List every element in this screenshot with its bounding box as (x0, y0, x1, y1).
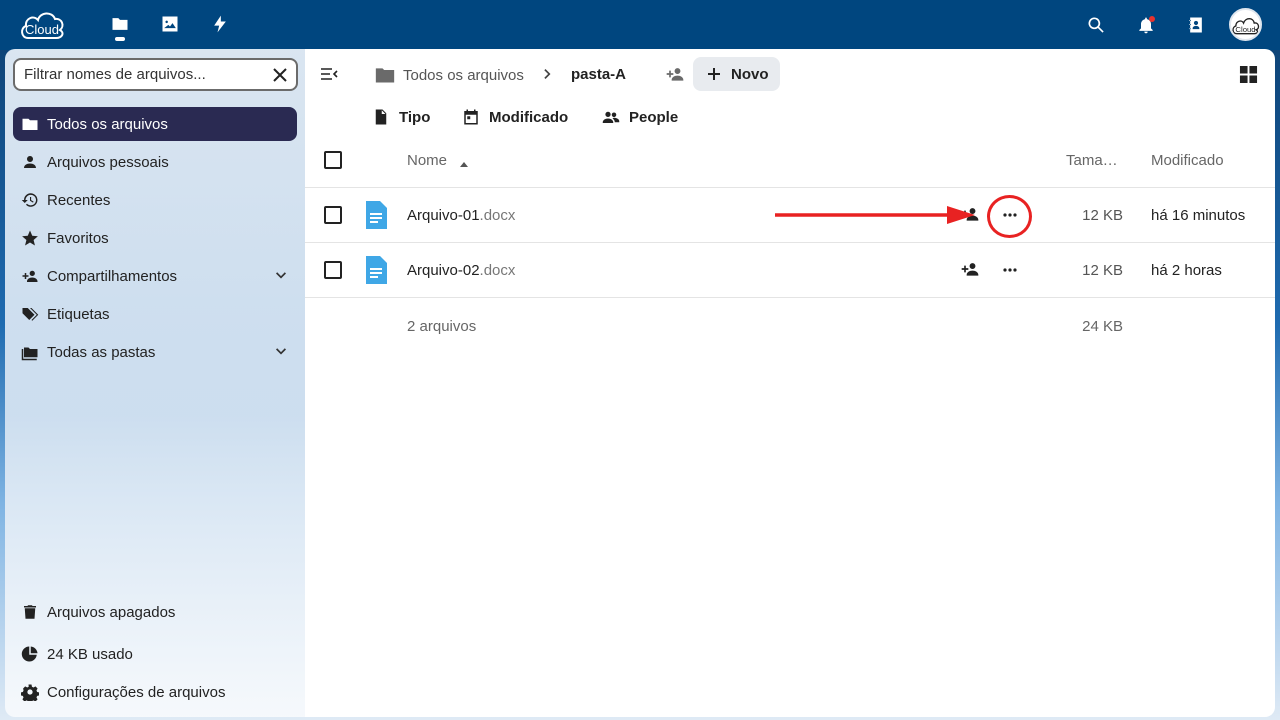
file-size: 12 KB (1082, 262, 1123, 279)
summary-total-size: 24 KB (1082, 318, 1123, 335)
sidebar-item-label: Configurações de arquivos (47, 683, 226, 701)
main-content: Todos os arquivos pasta-A Novo Tipo Modi… (305, 49, 1275, 717)
file-name[interactable]: Arquivo-02.docx (407, 262, 515, 279)
files-app-icon[interactable] (108, 12, 132, 36)
avatar-text: Cloud (1235, 24, 1255, 33)
filter-type-button[interactable]: Tipo (371, 105, 430, 129)
tag-icon (20, 304, 40, 324)
sidebar-item-label: Etiquetas (47, 305, 110, 323)
filter-modified-button[interactable]: Modificado (461, 105, 568, 129)
summary-file-count: 2 arquivos (407, 318, 477, 335)
storage-usage[interactable]: 24 KB usado (13, 637, 297, 671)
star-icon (20, 228, 40, 248)
docx-file-icon[interactable] (364, 255, 388, 285)
file-extension: .docx (479, 262, 516, 279)
sidebar-item-file-settings[interactable]: Configurações de arquivos (13, 675, 297, 709)
filter-label: Tipo (399, 108, 431, 126)
filter-search-box[interactable] (13, 58, 298, 91)
sidebar-item-label: Arquivos pessoais (47, 153, 169, 171)
notifications-icon[interactable] (1133, 12, 1159, 38)
active-app-indicator (115, 37, 125, 41)
sidebar: Todos os arquivos Arquivos pessoais Rece… (5, 49, 305, 717)
file-modified: há 16 minutos (1151, 207, 1246, 224)
breadcrumb-current-folder[interactable]: pasta-A (571, 66, 626, 83)
column-header-size[interactable]: Tama… (1066, 152, 1118, 169)
sidebar-item-shares[interactable]: Compartilhamentos (13, 259, 297, 293)
share-icon[interactable] (960, 259, 982, 281)
new-button-label: Novo (731, 65, 769, 83)
sidebar-item-label: Recentes (47, 191, 111, 209)
photos-app-icon[interactable] (158, 12, 182, 36)
search-icon[interactable] (1083, 12, 1109, 38)
sidebar-item-label: Compartilhamentos (47, 267, 178, 285)
divider (305, 297, 1275, 298)
folder-icon (375, 66, 395, 84)
sidebar-item-personal-files[interactable]: Arquivos pessoais (13, 145, 297, 179)
divider (305, 242, 1275, 243)
person-icon (20, 152, 40, 172)
chevron-down-icon[interactable] (273, 268, 289, 284)
user-avatar[interactable]: Cloud (1229, 8, 1262, 41)
trash-icon (20, 602, 40, 622)
cloud-logo-icon: Cloud (21, 12, 64, 39)
sort-ascending-icon[interactable] (459, 156, 469, 167)
settings-icon (20, 682, 40, 702)
sidebar-item-label: 24 KB usado (47, 645, 133, 663)
file-base-name: Arquivo-01 (407, 207, 480, 224)
file-extension: .docx (479, 207, 516, 224)
folders-icon (20, 342, 40, 362)
new-button[interactable]: Novo (693, 57, 780, 91)
chevron-down-icon[interactable] (273, 344, 289, 360)
file-modified: há 2 horas (1151, 262, 1222, 279)
sidebar-item-tags[interactable]: Etiquetas (13, 297, 297, 331)
clear-icon[interactable] (270, 65, 290, 85)
column-header-modified[interactable]: Modificado (1151, 152, 1224, 169)
more-actions-icon[interactable] (999, 204, 1021, 226)
notification-dot (1149, 16, 1155, 22)
filter-files-input[interactable] (24, 66, 264, 83)
share-icon[interactable] (960, 204, 982, 226)
sidebar-item-favorites[interactable]: Favoritos (13, 221, 297, 255)
logo-text: Cloud (25, 22, 59, 37)
contacts-icon[interactable] (1183, 12, 1209, 38)
cloud-logo[interactable]: Cloud (18, 8, 66, 40)
plus-icon (705, 65, 723, 83)
sidebar-item-recent[interactable]: Recentes (13, 183, 297, 217)
top-bar: Cloud Cloud (0, 0, 1280, 50)
activity-app-icon[interactable] (208, 12, 232, 36)
file-size: 12 KB (1082, 207, 1123, 224)
filter-label: People (629, 108, 679, 126)
divider (305, 187, 1275, 188)
toggle-navigation-icon[interactable] (319, 64, 341, 86)
pie-chart-icon (20, 644, 40, 664)
folder-icon (20, 114, 40, 134)
docx-file-icon[interactable] (364, 200, 388, 230)
filter-label: Modificado (489, 108, 569, 126)
document-icon (371, 107, 391, 127)
breadcrumb-all-files[interactable]: Todos os arquivos (375, 63, 524, 87)
sidebar-item-deleted-files[interactable]: Arquivos apagados (13, 595, 297, 629)
row-checkbox[interactable] (324, 206, 342, 224)
share-folder-icon[interactable] (665, 64, 687, 86)
filter-people-button[interactable]: People (601, 105, 678, 129)
grid-view-icon[interactable] (1239, 65, 1259, 85)
file-name[interactable]: Arquivo-01.docx (407, 207, 515, 224)
history-icon (20, 190, 40, 210)
calendar-icon (461, 107, 481, 127)
row-checkbox[interactable] (324, 261, 342, 279)
chevron-right-icon (540, 66, 556, 82)
sidebar-item-label: Todos os arquivos (47, 115, 168, 133)
file-base-name: Arquivo-02 (407, 262, 480, 279)
select-all-checkbox[interactable] (324, 151, 342, 169)
sidebar-item-all-files[interactable]: Todos os arquivos (13, 107, 297, 141)
more-actions-icon[interactable] (999, 259, 1021, 281)
people-icon (601, 107, 621, 127)
sidebar-item-all-folders[interactable]: Todas as pastas (13, 335, 297, 369)
share-icon (20, 266, 40, 286)
sidebar-item-label: Todas as pastas (47, 343, 156, 361)
breadcrumb-label: Todos os arquivos (403, 66, 524, 84)
sidebar-item-label: Favoritos (47, 229, 109, 247)
sidebar-item-label: Arquivos apagados (47, 603, 176, 621)
column-header-name[interactable]: Nome (407, 152, 447, 169)
